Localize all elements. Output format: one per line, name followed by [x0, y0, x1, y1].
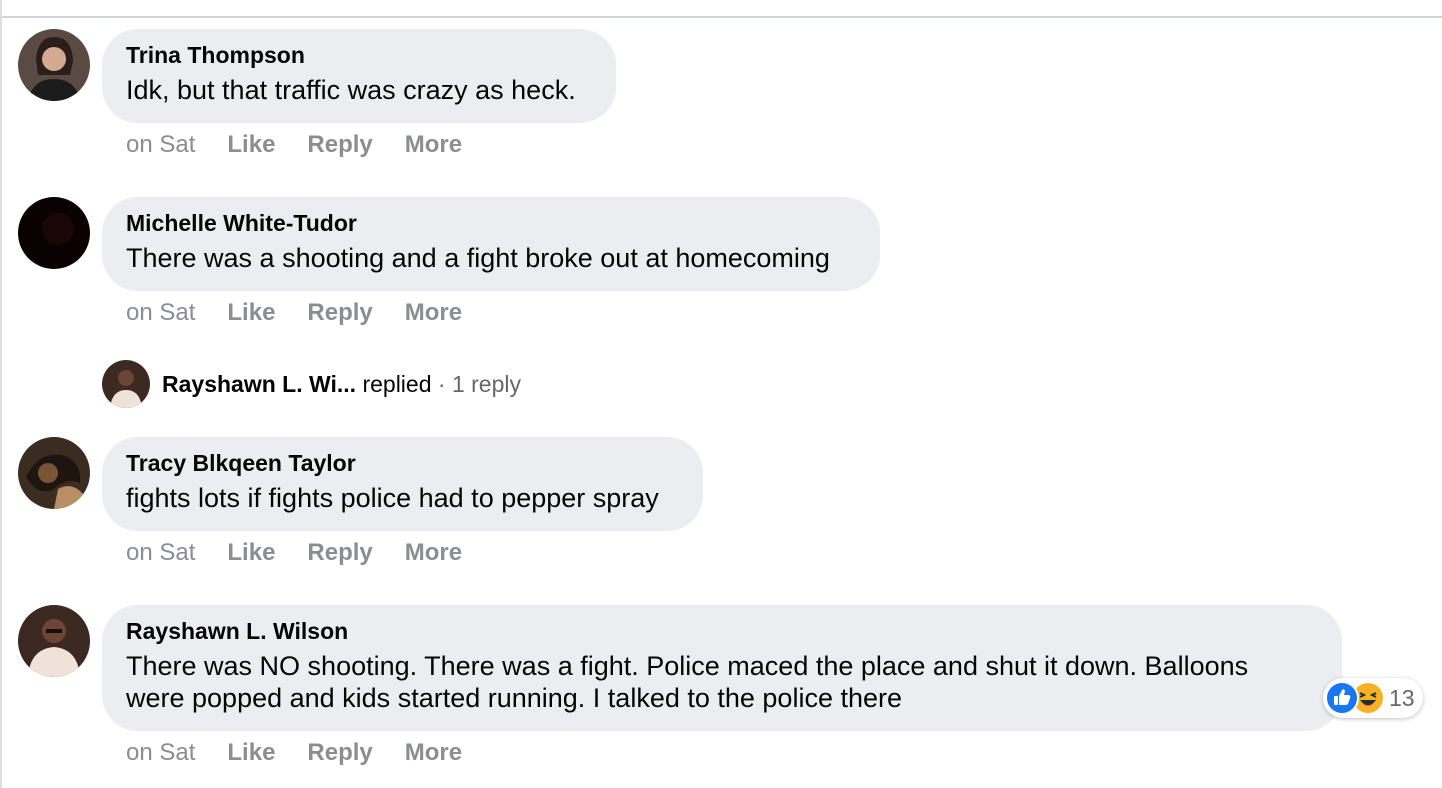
comment-text: There was a shooting and a fight broke o… — [126, 243, 830, 273]
reply-summary[interactable]: Rayshawn L. Wi... replied · 1 reply — [162, 370, 521, 398]
avatar — [102, 360, 150, 408]
comment-author[interactable]: Trina Thompson — [126, 41, 592, 69]
reply-button[interactable]: Reply — [307, 299, 372, 327]
like-button[interactable]: Like — [227, 739, 275, 767]
comment-actions: on Sat Like Reply More — [126, 299, 494, 327]
comment-text: There was NO shooting. There was a fight… — [126, 650, 1318, 714]
reaction-count: 13 — [1389, 685, 1415, 711]
comment-actions: on Sat Like Reply More — [126, 131, 494, 159]
comment-author[interactable]: Tracy Blkqeen Taylor — [126, 449, 679, 477]
avatar[interactable] — [18, 197, 90, 269]
reply-button[interactable]: Reply — [307, 131, 372, 159]
comment-actions: on Sat Like Reply More — [126, 539, 494, 567]
like-button[interactable]: Like — [227, 299, 275, 327]
reply-button[interactable]: Reply — [307, 539, 372, 567]
more-button[interactable]: More — [405, 299, 462, 327]
like-button[interactable]: Like — [227, 539, 275, 567]
comment-timestamp[interactable]: on Sat — [126, 539, 195, 567]
comment-bubble: Trina Thompson Idk, but that traffic was… — [102, 29, 616, 123]
comment-text-line: There was NO shooting. There was a fight… — [126, 651, 1249, 681]
more-button[interactable]: More — [405, 739, 462, 767]
avatar[interactable] — [18, 605, 90, 677]
comment-timestamp[interactable]: on Sat — [126, 299, 195, 327]
top-divider — [0, 16, 1442, 18]
like-icon — [1325, 681, 1359, 715]
comment-text-line: were popped and kids started running. I … — [126, 683, 902, 713]
reactions-badge[interactable]: 13 — [1323, 678, 1423, 718]
reply-button[interactable]: Reply — [307, 739, 372, 767]
avatar[interactable] — [18, 437, 90, 509]
comment-text: fights lots if fights police had to pepp… — [126, 483, 659, 513]
comment-actions: on Sat Like Reply More — [126, 739, 494, 767]
reply-count[interactable]: · 1 reply — [432, 371, 521, 397]
like-button[interactable]: Like — [227, 131, 275, 159]
comment-text: Idk, but that traffic was crazy as heck. — [126, 75, 576, 105]
more-button[interactable]: More — [405, 539, 462, 567]
reply-action: replied — [356, 371, 432, 397]
left-border — [0, 0, 2, 788]
comment-bubble: Tracy Blkqeen Taylor fights lots if figh… — [102, 437, 703, 531]
comment-bubble: Rayshawn L. Wilson There was NO shooting… — [102, 605, 1342, 731]
more-button[interactable]: More — [405, 131, 462, 159]
reply-author[interactable]: Rayshawn L. Wi... — [162, 371, 356, 397]
comment-bubble: Michelle White-Tudor There was a shootin… — [102, 197, 880, 291]
comment-timestamp[interactable]: on Sat — [126, 131, 195, 159]
comment-author[interactable]: Michelle White-Tudor — [126, 209, 856, 237]
avatar[interactable] — [18, 29, 90, 101]
comment-timestamp[interactable]: on Sat — [126, 739, 195, 767]
comment-author[interactable]: Rayshawn L. Wilson — [126, 617, 1318, 645]
